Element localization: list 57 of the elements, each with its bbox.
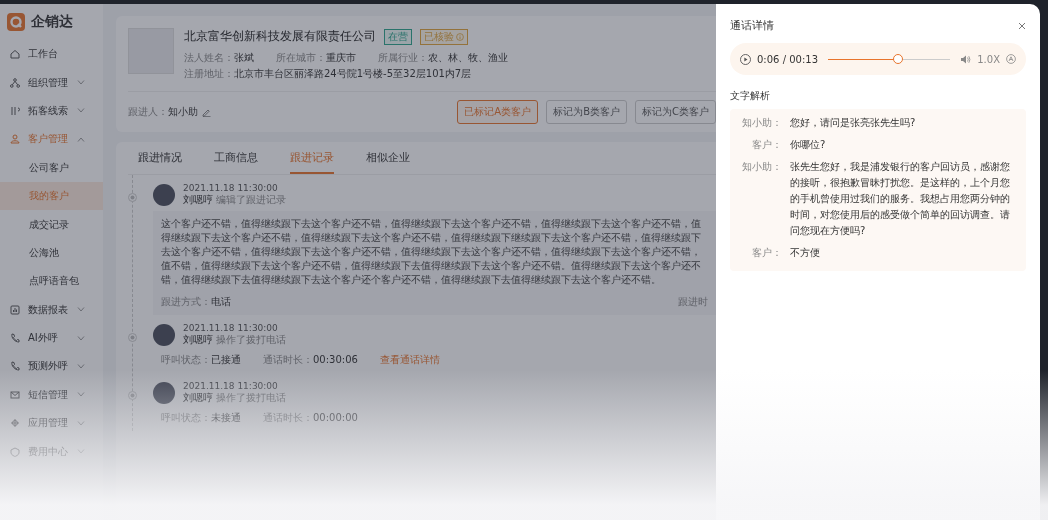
sidebar-item[interactable]: AI外呼 [0,323,103,353]
volume-icon[interactable] [960,54,972,64]
mark-button[interactable]: 标记为C类客户 [635,100,716,124]
avatar [153,324,175,346]
app-name: 企销达 [31,13,73,31]
sidebar-subitem[interactable]: 点呼语音包 [0,267,103,296]
section-title: 文字解析 [730,89,771,103]
avatar [153,184,175,206]
close-icon[interactable] [1018,21,1026,30]
call-duration: 通话时长：00:30:06 [263,353,358,367]
phone-icon [10,361,20,372]
home-icon [10,49,20,60]
transcript-text: 你哪位? [790,138,827,152]
sidebar-item[interactable]: 拓客线索 [0,96,103,126]
edit-icon[interactable] [202,107,211,117]
transcript-text: 张先生您好，我是浦发银行的客户回访员，感谢您的接听，很抱歉冒昧打扰您。是这样的，上个月您的手机曾使用过我们的服务。我想占用您两分钟的时间，对您使用后的感受做个简单的回访调查。请问您现在方便吗? [790,160,1011,238]
chart-icon [10,304,20,315]
mark-button[interactable]: 标记为B类客户 [546,100,627,124]
company-info-field: 法人姓名：张斌 [184,51,254,65]
sidebar-item[interactable]: 数据报表 [0,295,103,324]
sidebar-subitem[interactable]: 成交记录 [0,210,103,239]
record-time: 2021.11.18 11:30:00 [183,323,279,333]
sidebar-subitem[interactable]: 公海池 [0,238,103,268]
status-tag: 在营 [384,28,412,45]
phone-icon [10,333,20,344]
note-text: 这个客户还不错，值得继续跟下去这个客户还不错，值得继续跟下去这个客户还不错，值得继续跟下去这个客户还不错，值得继续跟下去这个客户还不错，值得继续跟下去这个客户还不错，值得继续跟下继续跟下去这个客户还不错，值得继续跟下去这个客户还不错，值得继续跟下去这个客户还不错，值得继续跟下去这个客户还不错，值得继续跟下去这个客户还不错，值不错，值得继续跟下去这个客户还不错，值得继续跟下去值得继续跟下去这个客户还不错。值得继续跟下去这个客户还不错，值得继续跟下去值得继续跟下去这个客户还个客户还不错，值得继续跟下去值得继续跟下去这个客户还不错。 [161,217,702,287]
play-icon[interactable] [740,53,751,65]
tab[interactable]: 跟进情况 [138,142,182,174]
slider-thumb[interactable] [892,54,903,64]
user-icon [10,134,20,145]
speed-button[interactable]: 1.0X [977,53,1000,65]
circle-glyph-icon[interactable] [1006,54,1016,64]
sidebar-subitem[interactable]: 公司客户 [0,153,103,182]
status-tag: 已核验 [420,28,468,45]
avatar [153,382,175,404]
transcript-text: 不方便 [790,246,821,260]
drawer-title: 通话详情 [730,18,774,33]
tab[interactable]: 相似企业 [366,142,410,174]
record-time: 2021.11.18 11:30:00 [183,183,279,193]
record-action: 刘嗯哼 操作了拨打电话 [183,333,287,347]
company-name: 北京富华创新科技发展有限责任公司 [184,28,376,45]
speaker-label: 知小助： [741,116,782,130]
info-icon [456,32,464,41]
tab[interactable]: 工商信息 [214,142,258,174]
sidebar-item[interactable]: 组织管理 [0,68,103,97]
record-time: 2021.11.18 11:30:00 [183,381,279,391]
logo-icon [7,13,25,31]
play-time: 0:06 / 00:13 [757,53,818,65]
speaker-label: 客户： [751,138,782,152]
speaker-label: 客户： [751,246,782,260]
company-info-field: 所属行业：农、林、牧、渔业 [378,51,508,65]
sidebar-item[interactable]: 工作台 [0,40,103,69]
transcript-text: 您好，请问是张亮张先生吗? [790,116,917,130]
mail-icon [10,389,20,400]
speaker-label: 知小助： [741,160,782,174]
timeline-dot-icon [128,333,137,342]
company-info-field: 所在城市：重庆市 [276,51,356,65]
